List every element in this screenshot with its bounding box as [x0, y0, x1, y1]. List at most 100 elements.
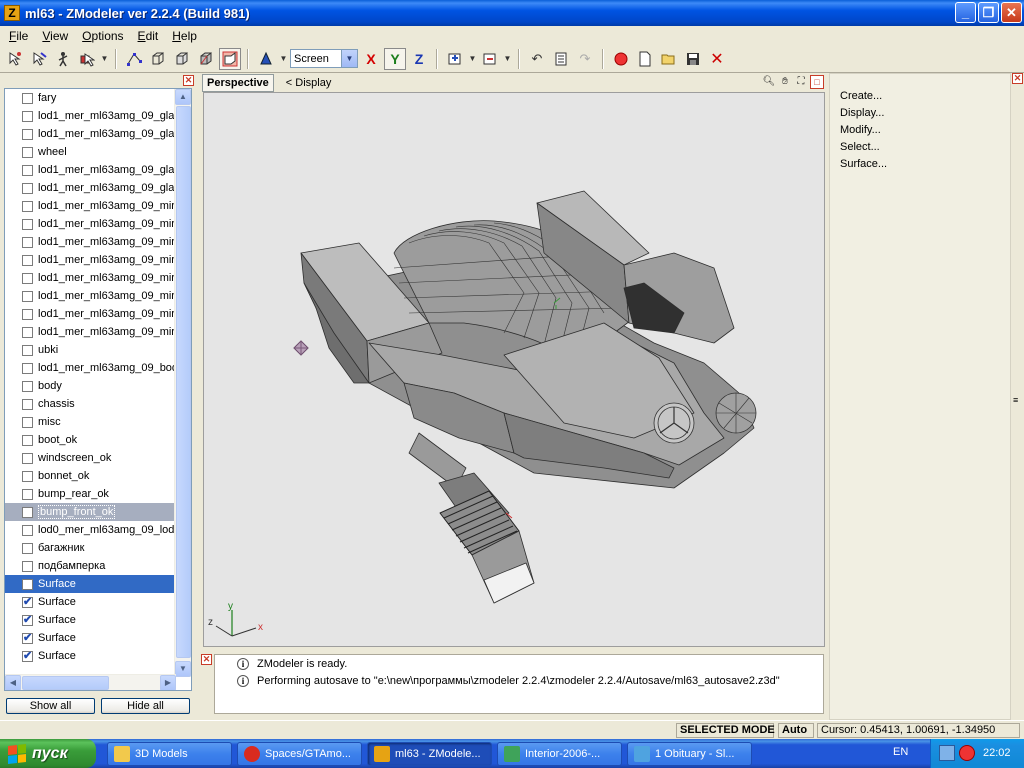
visibility-checkbox[interactable]	[22, 254, 33, 266]
object-list-item[interactable]: body	[5, 377, 176, 395]
visibility-checkbox[interactable]	[22, 613, 33, 626]
object-list-item[interactable]: lod1_mer_ml63amg_09_glass	[5, 161, 176, 179]
log-output[interactable]: i ZModeler is ready. i Performing autosa…	[214, 654, 824, 714]
menu-help[interactable]: Help	[165, 29, 204, 43]
pivot-icon[interactable]	[255, 48, 277, 70]
object-list-item[interactable]: lod1_mer_ml63amg_09_mirro	[5, 251, 176, 269]
command-select[interactable]: Select...	[840, 141, 880, 153]
visibility-checkbox[interactable]	[22, 200, 33, 212]
visibility-checkbox[interactable]	[22, 326, 33, 338]
visibility-checkbox[interactable]	[22, 578, 33, 590]
visibility-checkbox[interactable]	[22, 434, 33, 446]
object-list-item[interactable]: ubki	[5, 341, 176, 359]
scroll-thumb[interactable]	[176, 106, 191, 658]
pivot-dropdown-icon[interactable]: ▼	[279, 48, 288, 70]
visibility-checkbox[interactable]	[22, 452, 33, 464]
task-image-viewer[interactable]: Interior-2006-...	[497, 742, 622, 766]
object-list-item[interactable]: fary	[5, 89, 176, 107]
object-list-item[interactable]: lod1_mer_ml63amg_09_mirro	[5, 323, 176, 341]
select-vertex-icon[interactable]	[4, 48, 26, 70]
select-edge-icon[interactable]	[28, 48, 50, 70]
minimize-button[interactable]: _	[955, 2, 976, 23]
pan-hand-icon[interactable]: ✋︎	[778, 75, 792, 89]
visibility-checkbox[interactable]	[22, 631, 33, 644]
object-list-item[interactable]: lod1_mer_ml63amg_09_mirro	[5, 287, 176, 305]
task-3d-models[interactable]: 3D Models	[107, 742, 232, 766]
scroll-left-icon[interactable]: ◀	[5, 675, 21, 690]
undo-list-icon[interactable]	[550, 48, 572, 70]
face-mode-icon[interactable]	[171, 48, 193, 70]
object-list-item[interactable]: багажник	[5, 539, 176, 557]
visibility-checkbox[interactable]	[22, 542, 33, 554]
object-mode-icon[interactable]	[195, 48, 217, 70]
task-media-player[interactable]: 1 Obituary - Sl...	[627, 742, 752, 766]
import-icon[interactable]	[444, 48, 466, 70]
show-all-button[interactable]: Show all	[6, 698, 95, 714]
object-list-item[interactable]: lod1_mer_ml63amg_09_body	[5, 359, 176, 377]
visibility-checkbox[interactable]	[22, 146, 33, 158]
visibility-checkbox[interactable]	[22, 128, 33, 140]
visibility-checkbox[interactable]	[22, 560, 33, 572]
close-button[interactable]: ✕	[1001, 2, 1022, 23]
object-list-item[interactable]: Surface	[5, 593, 176, 611]
object-list-item[interactable]: wheel	[5, 143, 176, 161]
close-file-icon[interactable]: ✕	[706, 48, 728, 70]
visibility-checkbox[interactable]	[22, 416, 33, 428]
visibility-checkbox[interactable]	[22, 344, 33, 356]
object-list-item[interactable]: bonnet_ok	[5, 467, 176, 485]
object-list-item[interactable]: Surface	[5, 611, 176, 629]
command-create[interactable]: Create...	[840, 90, 882, 102]
visibility-checkbox[interactable]	[22, 470, 33, 482]
task-browser[interactable]: Spaces/GTAmo...	[237, 742, 362, 766]
visibility-checkbox[interactable]	[22, 649, 33, 662]
object-list-item[interactable]: Surface	[5, 647, 176, 665]
menu-file[interactable]: File	[2, 29, 35, 43]
object-list-item[interactable]: lod1_mer_ml63amg_09_mirro	[5, 305, 176, 323]
task-zmodeler[interactable]: ml63 - ZModele...	[367, 742, 492, 766]
object-list-item[interactable]: lod1_mer_ml63amg_09_mirro	[5, 233, 176, 251]
export-dropdown-icon[interactable]: ▼	[503, 48, 512, 70]
visibility-checkbox[interactable]	[22, 308, 33, 320]
visibility-checkbox[interactable]	[22, 290, 33, 302]
clock[interactable]: 22:02	[983, 747, 1011, 759]
undo-icon[interactable]: ↶	[526, 48, 548, 70]
visibility-checkbox[interactable]	[22, 92, 33, 104]
language-indicator[interactable]: EN	[893, 746, 908, 758]
visibility-checkbox[interactable]	[22, 488, 33, 500]
status-auto[interactable]: Auto	[778, 723, 814, 738]
object-list-item[interactable]: подбамперка	[5, 557, 176, 575]
object-list-close-icon[interactable]: ✕	[183, 75, 194, 86]
maximize-viewport-icon[interactable]: □	[810, 75, 824, 89]
open-file-icon[interactable]	[658, 48, 680, 70]
scroll-up-icon[interactable]: ▲	[175, 89, 191, 105]
object-list-item[interactable]: Surface	[5, 575, 176, 593]
scroll-right-icon[interactable]: ▶	[160, 675, 176, 690]
hscroll-thumb[interactable]	[22, 676, 109, 690]
restore-button[interactable]: ❐	[978, 2, 999, 23]
visibility-checkbox[interactable]	[22, 164, 33, 176]
viewport-perspective-tab[interactable]: Perspective	[202, 73, 274, 92]
zoom-extents-icon[interactable]: ⛶	[794, 75, 808, 89]
visibility-checkbox[interactable]	[22, 272, 33, 284]
command-surface[interactable]: Surface...	[840, 158, 887, 170]
network-icon[interactable]	[939, 745, 955, 761]
object-list[interactable]: fary lod1_mer_ml63amg_09_glass lod1_mer_ml…	[4, 88, 192, 691]
object-list-item[interactable]: bump_front_ok	[5, 503, 176, 521]
coordinate-system-select[interactable]: Screen ▼	[290, 49, 358, 68]
object-list-item[interactable]: lod1_mer_ml63amg_09_mirro	[5, 215, 176, 233]
menu-view[interactable]: View	[35, 29, 75, 43]
object-list-item[interactable]: lod1_mer_ml63amg_09_glass	[5, 125, 176, 143]
axis-x-toggle[interactable]: X	[360, 48, 382, 70]
visibility-checkbox[interactable]	[22, 506, 33, 518]
axis-z-toggle[interactable]: Z	[408, 48, 430, 70]
visibility-checkbox[interactable]	[22, 218, 33, 230]
object-list-item[interactable]: chassis	[5, 395, 176, 413]
command-modify[interactable]: Modify...	[840, 124, 881, 136]
stop-icon[interactable]	[610, 48, 632, 70]
zmodeler-app-icon[interactable]: Z	[4, 5, 20, 21]
select-face-icon[interactable]	[52, 48, 74, 70]
export-icon[interactable]	[479, 48, 501, 70]
new-file-icon[interactable]	[634, 48, 656, 70]
command-display[interactable]: Display...	[840, 107, 884, 119]
object-list-item[interactable]: windscreen_ok	[5, 449, 176, 467]
